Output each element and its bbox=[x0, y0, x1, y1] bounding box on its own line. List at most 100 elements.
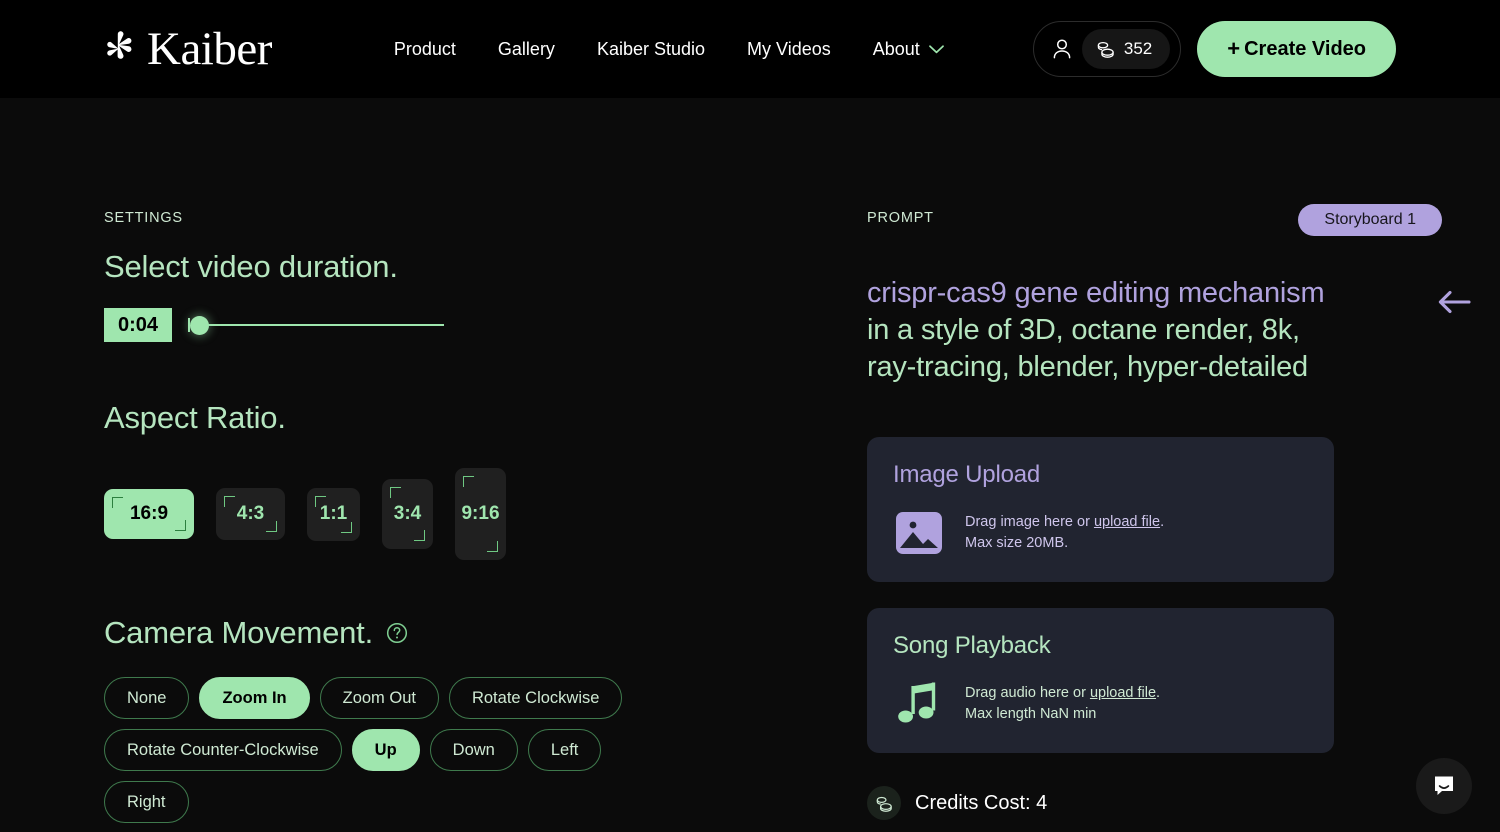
corner-bracket-icon bbox=[487, 541, 498, 552]
slider-thumb[interactable] bbox=[190, 315, 210, 335]
song-playback-body: Drag audio here or upload file. Max leng… bbox=[893, 681, 1308, 727]
aspect-ratio-3-4[interactable]: 3:4 bbox=[382, 479, 433, 549]
image-upload-title: Image Upload bbox=[893, 461, 1041, 489]
create-video-label: Create Video bbox=[1244, 37, 1366, 60]
camera-option-zoom-in[interactable]: Zoom In bbox=[199, 677, 310, 719]
image-upload-instructions: Drag image here or upload file. Max size… bbox=[965, 512, 1164, 554]
duration-value-badge: 0:04 bbox=[104, 308, 173, 342]
coins-icon bbox=[1097, 41, 1114, 58]
image-upload-body: Drag image here or upload file. Max size… bbox=[893, 510, 1308, 556]
nav-item-gallery[interactable]: Gallery bbox=[498, 39, 555, 60]
aspect-ratio-title: Aspect Ratio. bbox=[104, 400, 764, 436]
credits-cost-text: Credits Cost: 4 bbox=[915, 791, 1048, 814]
credits-cost-row: Credits Cost: 4 bbox=[867, 786, 1392, 821]
song-playback-instructions: Drag audio here or upload file. Max leng… bbox=[965, 683, 1160, 725]
aspect-ratio-4-3[interactable]: 4:3 bbox=[216, 488, 285, 540]
corner-bracket-icon bbox=[266, 521, 277, 532]
camera-option-rotate-counter-clockwise[interactable]: Rotate Counter-Clockwise bbox=[104, 729, 342, 771]
aspect-ratio-9-16-label: 9:16 bbox=[461, 503, 500, 524]
nav-item-product[interactable]: Product bbox=[394, 39, 456, 60]
brand-logo[interactable]: Kaiber bbox=[104, 22, 272, 75]
camera-movement-row: Right bbox=[104, 781, 764, 823]
aspect-ratio-9-16[interactable]: 9:16 bbox=[455, 468, 506, 560]
duration-title: Select video duration. bbox=[104, 249, 764, 285]
aspect-ratio-3-4-label: 3:4 bbox=[393, 503, 422, 524]
aspect-ratio-title-text: Aspect Ratio. bbox=[104, 400, 286, 435]
song-playback-drag-line: Drag audio here or upload file. bbox=[965, 683, 1160, 704]
main-nav: Product Gallery Kaiber Studio My Videos … bbox=[394, 39, 944, 60]
question-circle-icon[interactable] bbox=[386, 622, 408, 644]
camera-option-left[interactable]: Left bbox=[527, 729, 602, 771]
aspect-ratio-options: 16:9 4:3 1:1 3:4 9:16 bbox=[104, 466, 764, 562]
nav-item-gallery-label: Gallery bbox=[497, 38, 555, 59]
prompt-text-block[interactable]: crispr-cas9 gene editing mechanism in a … bbox=[867, 275, 1471, 386]
image-upload-link[interactable]: upload file bbox=[1094, 514, 1160, 530]
camera-movement-row: None Zoom In Zoom Out Rotate Clockwise bbox=[104, 677, 764, 719]
prompt-subject-text: crispr-cas9 gene editing mechanism bbox=[867, 277, 1325, 309]
image-upload-limit: Max size 20MB. bbox=[965, 535, 1069, 552]
user-icon bbox=[1053, 39, 1071, 59]
aspect-ratio-section: Aspect Ratio. 16:9 4:3 1:1 3:4 9:16 bbox=[104, 400, 764, 562]
camera-movement-title: Camera Movement. bbox=[104, 615, 764, 651]
arrow-left-icon[interactable] bbox=[1436, 287, 1472, 317]
image-icon bbox=[896, 512, 942, 555]
account-credits-pill[interactable]: 352 bbox=[1032, 21, 1182, 77]
camera-option-rotate-clockwise[interactable]: Rotate Clockwise bbox=[448, 677, 623, 719]
camera-option-right[interactable]: Right bbox=[104, 781, 189, 823]
nav-item-product-label: Product bbox=[393, 38, 456, 59]
corner-bracket-icon bbox=[315, 495, 326, 507]
corner-bracket-icon bbox=[224, 496, 235, 507]
song-playback-link[interactable]: upload file bbox=[1090, 685, 1156, 701]
main-content: SETTINGS Select video duration. 0:04 Asp… bbox=[0, 98, 1500, 823]
corner-bracket-icon bbox=[390, 487, 401, 498]
song-playback-card[interactable]: Song Playback Drag audio here or upload … bbox=[867, 608, 1334, 754]
aspect-ratio-16-9[interactable]: 16:9 bbox=[104, 489, 194, 539]
prompt-eyebrow: PROMPT bbox=[867, 210, 934, 226]
settings-eyebrow: SETTINGS bbox=[104, 210, 183, 226]
music-note-icon bbox=[898, 682, 936, 723]
chat-bubble-icon bbox=[1435, 776, 1453, 795]
nav-item-about[interactable]: About bbox=[873, 39, 944, 60]
duration-slider[interactable] bbox=[188, 314, 445, 336]
settings-panel: SETTINGS Select video duration. 0:04 Asp… bbox=[104, 210, 764, 823]
camera-option-up[interactable]: Up bbox=[351, 729, 420, 771]
prompt-header: PROMPT Storyboard 1 bbox=[867, 204, 1442, 249]
prompt-panel: PROMPT Storyboard 1 crispr-cas9 gene edi… bbox=[867, 204, 1471, 823]
song-playback-limit: Max length NaN min bbox=[965, 706, 1097, 723]
camera-movement-section: Camera Movement. None Zoom In Zoom Out R… bbox=[104, 615, 764, 823]
duration-title-text: Select video duration. bbox=[104, 249, 398, 284]
song-playback-title: Song Playback bbox=[893, 632, 1051, 660]
brand-name: Kaiber bbox=[147, 22, 272, 75]
prompt-style-text: in a style of 3D, octane render, 8k, ray… bbox=[867, 314, 1308, 384]
corner-bracket-icon bbox=[414, 530, 425, 541]
nav-item-kaiber-studio[interactable]: Kaiber Studio bbox=[597, 39, 705, 60]
image-upload-drag-line: Drag image here or upload file. bbox=[965, 512, 1164, 533]
create-video-button[interactable]: + Create Video bbox=[1197, 21, 1396, 77]
coins-icon bbox=[876, 796, 892, 812]
credits-badge[interactable]: 352 bbox=[1081, 29, 1171, 69]
storyboard-badge[interactable]: Storyboard 1 bbox=[1298, 204, 1442, 236]
nav-item-about-label: About bbox=[872, 38, 920, 59]
site-header: Kaiber Product Gallery Kaiber Studio My … bbox=[0, 0, 1500, 98]
aspect-ratio-4-3-label: 4:3 bbox=[236, 503, 265, 524]
nav-item-my-videos[interactable]: My Videos bbox=[747, 39, 831, 60]
corner-bracket-icon bbox=[175, 520, 186, 531]
credits-cost-icon-wrap bbox=[867, 786, 901, 821]
aspect-ratio-1-1[interactable]: 1:1 bbox=[307, 487, 360, 541]
nav-item-kaiber-studio-label: Kaiber Studio bbox=[596, 38, 706, 59]
chat-widget-button[interactable] bbox=[1416, 758, 1472, 814]
camera-option-down[interactable]: Down bbox=[429, 729, 518, 771]
image-upload-drag-prefix: Drag image here or bbox=[965, 514, 1094, 531]
aspect-ratio-16-9-label: 16:9 bbox=[129, 503, 169, 524]
nav-item-my-videos-label: My Videos bbox=[747, 38, 831, 59]
plus-icon: + bbox=[1227, 36, 1241, 61]
camera-movement-title-text: Camera Movement. bbox=[104, 615, 374, 650]
credits-value: 352 bbox=[1123, 39, 1153, 58]
camera-movement-row: Rotate Counter-Clockwise Up Down Left bbox=[104, 729, 764, 771]
corner-bracket-icon bbox=[112, 497, 123, 508]
camera-option-zoom-out[interactable]: Zoom Out bbox=[319, 677, 439, 719]
song-playback-drag-prefix: Drag audio here or bbox=[965, 685, 1090, 702]
slider-track bbox=[192, 324, 445, 326]
image-upload-card[interactable]: Image Upload Drag image here or upload f… bbox=[867, 437, 1334, 583]
camera-option-none[interactable]: None bbox=[104, 677, 190, 719]
